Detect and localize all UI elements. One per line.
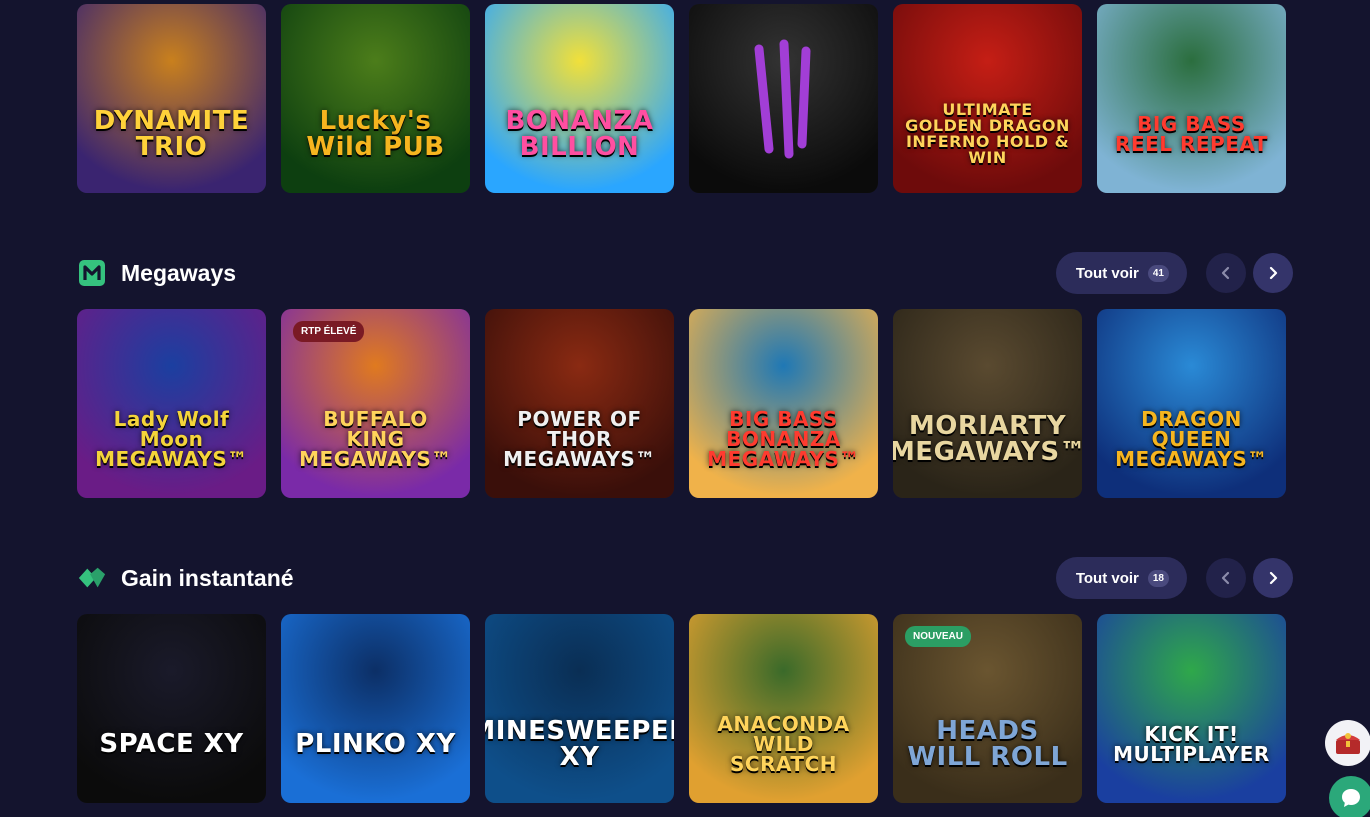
game-badge: RTP ÉLEVÉ <box>293 321 365 342</box>
game-tile[interactable]: DYNAMITE TRIO <box>77 4 266 193</box>
view-all-label: Tout voir <box>1075 569 1139 587</box>
megaways-prev-button[interactable] <box>1206 253 1246 293</box>
treasure-chest-icon <box>1336 733 1360 754</box>
game-tile[interactable]: Lucky's Wild PUB <box>281 4 470 193</box>
game-tile[interactable]: NOUVEAU HEADS WILL ROLL <box>893 614 1082 803</box>
game-tile[interactable]: ANACONDA WILD SCRATCH <box>689 614 878 803</box>
game-tile[interactable]: BONANZA BILLION <box>485 4 674 193</box>
chevron-left-icon <box>1221 266 1230 280</box>
game-title: SPACE XY <box>99 728 244 759</box>
game-tile[interactable]: MORIARTY MEGAWAYS™ <box>893 309 1082 498</box>
game-title: Lucky's Wild PUB <box>306 105 445 162</box>
chat-button[interactable] <box>1329 776 1370 817</box>
game-tile[interactable]: POWER OF THOR MEGAWAYS™ <box>485 309 674 498</box>
instant-win-section-header: Gain instantané Tout voir 18 <box>77 557 1293 599</box>
game-title: BIG BASS REEL REPEAT <box>1115 111 1268 156</box>
game-title: KICK IT! MULTIPLAYER <box>1113 721 1270 766</box>
game-tile[interactable]: KICK IT! MULTIPLAYER <box>1097 614 1286 803</box>
game-title: MINESWEEPER XY <box>485 715 674 772</box>
game-tile[interactable]: BIG BASS REEL REPEAT <box>1097 4 1286 193</box>
game-title: DRAGON QUEEN MEGAWAYS™ <box>1115 406 1268 471</box>
view-all-instant-win-button[interactable]: Tout voir 18 <box>1055 557 1187 599</box>
chevron-right-icon <box>1269 571 1278 585</box>
megaways-games-row: Lady Wolf Moon MEGAWAYS™ RTP ÉLEVÉ BUFFALO… <box>77 309 1286 498</box>
game-artwork <box>485 614 674 803</box>
instant-win-prev-button[interactable] <box>1206 558 1246 598</box>
chevron-left-icon <box>1221 571 1230 585</box>
game-artwork <box>1097 614 1286 803</box>
game-tile[interactable]: BIG BASS BONANZA MEGAWAYS™ <box>689 309 878 498</box>
game-tile[interactable] <box>689 4 878 193</box>
chevron-right-icon <box>1269 266 1278 280</box>
game-title: BIG BASS BONANZA MEGAWAYS™ <box>707 406 860 471</box>
promo-avatar[interactable] <box>1325 720 1370 766</box>
game-artwork <box>281 4 470 193</box>
game-title: ANACONDA WILD SCRATCH <box>717 711 850 776</box>
megaways-icon <box>77 258 107 288</box>
game-title: DYNAMITE TRIO <box>93 105 250 162</box>
game-tile[interactable]: SPACE XY <box>77 614 266 803</box>
section-title-instant-win: Gain instantané <box>121 564 294 591</box>
game-title: POWER OF THOR MEGAWAYS™ <box>503 406 656 471</box>
game-title: PLINKO XY <box>295 728 456 759</box>
game-artwork <box>77 614 266 803</box>
instant-win-count-badge: 18 <box>1147 569 1169 587</box>
top-games-row: DYNAMITE TRIO Lucky's Wild PUB BONANZA BIL… <box>77 4 1286 193</box>
game-artwork <box>77 4 266 193</box>
game-artwork <box>281 614 470 803</box>
view-all-megaways-button[interactable]: Tout voir 41 <box>1055 252 1187 294</box>
game-tile[interactable]: PLINKO XY <box>281 614 470 803</box>
chat-bubble-icon <box>1342 789 1360 807</box>
megaways-section-header: Megaways Tout voir 41 <box>77 252 1293 294</box>
instant-win-icon <box>77 563 107 593</box>
section-title-megaways: Megaways <box>121 259 237 286</box>
game-tile[interactable]: Lady Wolf Moon MEGAWAYS™ <box>77 309 266 498</box>
game-tile[interactable]: RTP ÉLEVÉ BUFFALO KING MEGAWAYS™ <box>281 309 470 498</box>
game-title: MORIARTY MEGAWAYS™ <box>893 410 1082 467</box>
game-title: BUFFALO KING MEGAWAYS™ <box>299 406 452 471</box>
game-tile[interactable]: DRAGON QUEEN MEGAWAYS™ <box>1097 309 1286 498</box>
megaways-next-button[interactable] <box>1253 253 1293 293</box>
game-title: BONANZA BILLION <box>505 105 654 162</box>
game-title: Lady Wolf Moon MEGAWAYS™ <box>95 406 248 471</box>
game-badge: NOUVEAU <box>905 626 972 647</box>
game-title: HEADS WILL ROLL <box>907 715 1068 772</box>
view-all-label: Tout voir <box>1075 264 1139 282</box>
claw-mark-icon <box>754 39 810 158</box>
game-tile[interactable]: MINESWEEPER XY <box>485 614 674 803</box>
game-title: ULTIMATE GOLDEN DRAGON INFERNO HOLD & WI… <box>905 99 1070 167</box>
instant-win-next-button[interactable] <box>1253 558 1293 598</box>
megaways-count-badge: 41 <box>1147 264 1169 282</box>
game-tile[interactable]: ULTIMATE GOLDEN DRAGON INFERNO HOLD & WI… <box>893 4 1082 193</box>
game-artwork <box>485 4 674 193</box>
game-artwork <box>893 309 1082 498</box>
game-artwork <box>1097 4 1286 193</box>
instant-win-games-row: SPACE XY PLINKO XY MINESWEEPER XY ANACONDA … <box>77 614 1286 803</box>
